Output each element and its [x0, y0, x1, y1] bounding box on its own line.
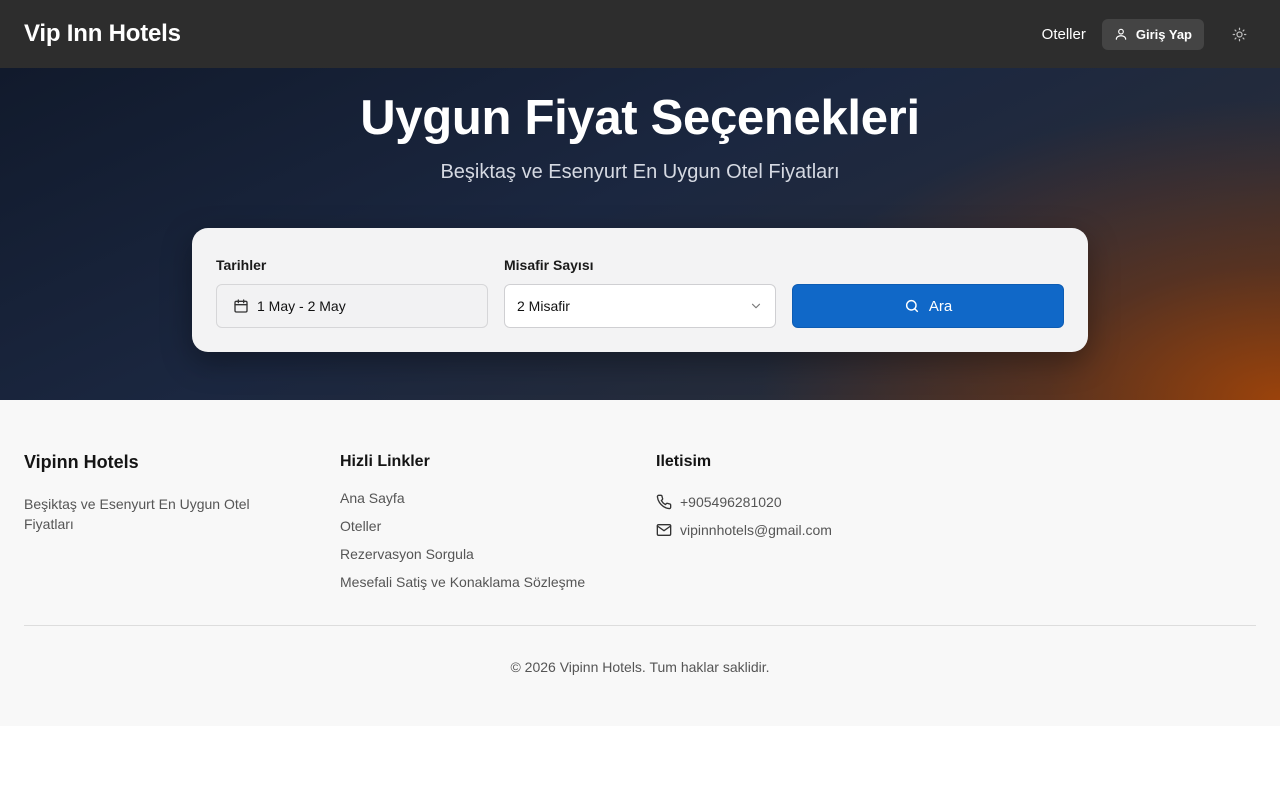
nav-link-hotels[interactable]: Oteller: [1042, 26, 1086, 43]
date-range-value: 1 May - 2 May: [257, 298, 346, 314]
footer-links-list: Ana Sayfa Oteller Rezervasyon Sorgula Me…: [340, 488, 585, 600]
contact-phone-value: +905496281020: [680, 494, 782, 510]
guests-label: Misafir Sayısı: [504, 257, 594, 273]
calendar-icon: [234, 299, 248, 313]
dates-label: Tarihler: [216, 257, 267, 273]
top-navbar: Vip Inn Hotels Oteller Giriş Yap: [0, 0, 1280, 68]
search-icon: [905, 299, 918, 313]
footer-contact-list: +905496281020 vipinnhotels@gmail.com: [656, 488, 832, 544]
sun-icon: [1232, 27, 1246, 41]
footer: Vipinn Hotels Beşiktaş ve Esenyurt En Uy…: [0, 400, 1280, 726]
guest-count-select[interactable]: 2 Misafir: [504, 284, 776, 328]
search-button[interactable]: Ara: [792, 284, 1064, 328]
phone-icon: [656, 494, 672, 510]
footer-links-heading: Hizli Linkler: [340, 453, 430, 470]
hero-subtitle: Beşiktaş ve Esenyurt En Uygun Otel Fiyat…: [440, 161, 840, 183]
contact-phone[interactable]: +905496281020: [656, 488, 832, 516]
theme-toggle-button[interactable]: [1222, 17, 1256, 51]
footer-link-sales-agreement[interactable]: Mesefali Satiş ve Konaklama Sözleşme: [340, 572, 585, 600]
footer-copyright: © 2026 Vipinn Hotels. Tum haklar saklidi…: [510, 659, 770, 675]
mail-icon: [656, 524, 672, 536]
chevron-down-icon: [751, 303, 761, 309]
footer-links-column: Hizli Linkler Ana Sayfa Oteller Rezervas…: [340, 452, 585, 600]
hero-title: Uygun Fiyat Seçenekleri: [360, 91, 920, 145]
footer-link-hotels[interactable]: Oteller: [340, 516, 585, 544]
date-range-picker[interactable]: 1 May - 2 May: [216, 284, 488, 328]
footer-contact-column: Iletisim +905496281020 vipinnhotels@gmai…: [656, 452, 832, 544]
search-card: Tarihler 1 May - 2 May Misafir Sayısı 2 …: [192, 228, 1088, 352]
user-icon: [1115, 28, 1127, 40]
footer-brand-column: Vipinn Hotels Beşiktaş ve Esenyurt En Uy…: [24, 452, 284, 534]
search-button-label: Ara: [928, 297, 953, 315]
footer-link-home[interactable]: Ana Sayfa: [340, 488, 585, 516]
footer-description: Beşiktaş ve Esenyurt En Uygun Otel Fiyat…: [24, 496, 250, 532]
brand-logo[interactable]: Vip Inn Hotels: [24, 20, 181, 48]
hero-section: Uygun Fiyat Seçenekleri Beşiktaş ve Esen…: [0, 68, 1280, 400]
contact-email[interactable]: vipinnhotels@gmail.com: [656, 516, 832, 544]
login-button[interactable]: Giriş Yap: [1101, 18, 1204, 50]
footer-link-reservation-lookup[interactable]: Rezervasyon Sorgula: [340, 544, 585, 572]
contact-email-value: vipinnhotels@gmail.com: [680, 522, 832, 538]
nav-menu: Oteller Giriş Yap: [1042, 17, 1256, 51]
login-button-label: Giriş Yap: [1135, 26, 1192, 42]
guest-count-value: 2 Misafir: [517, 298, 570, 314]
footer-contact-heading: Iletisim: [656, 453, 712, 470]
footer-brand: Vipinn Hotels: [24, 452, 139, 472]
footer-divider: [24, 625, 1256, 626]
